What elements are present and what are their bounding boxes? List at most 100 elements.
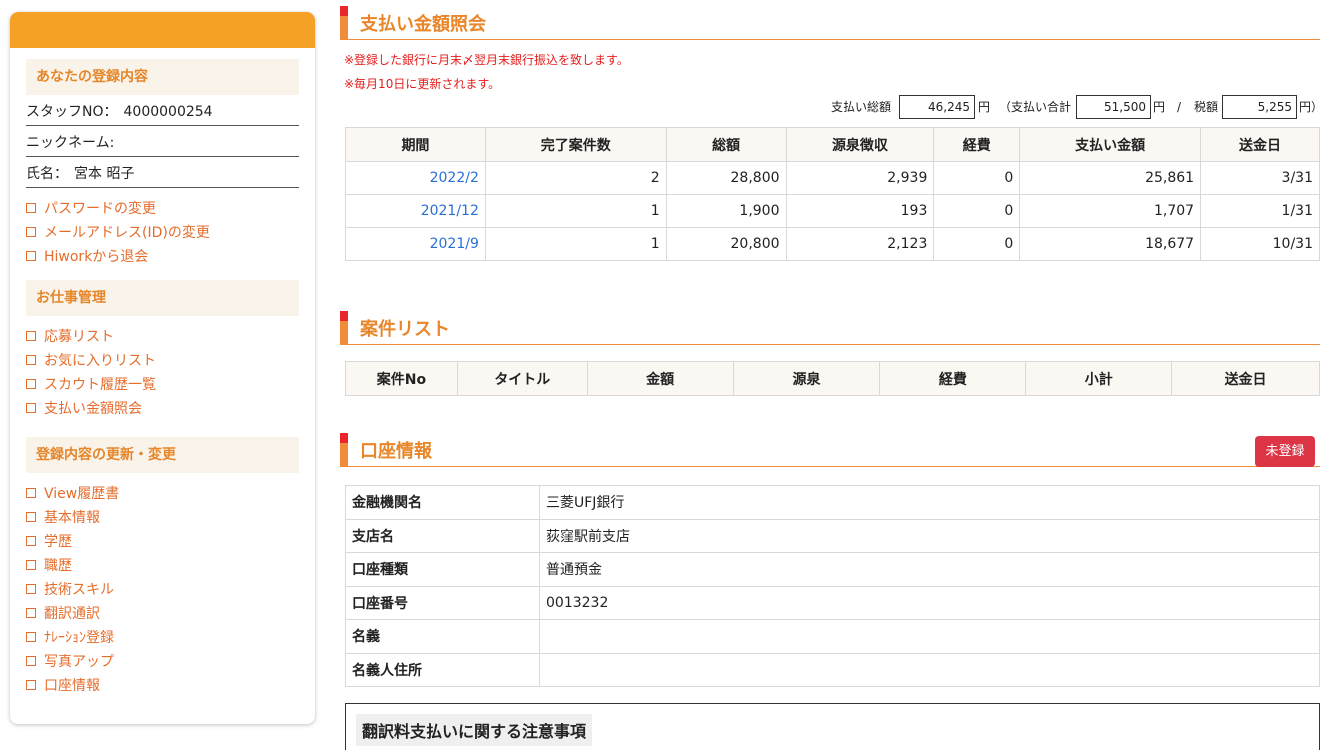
- table-cell: 0: [933, 227, 1021, 261]
- cases-title: 案件リスト: [360, 319, 450, 340]
- sidebar-link-label: 支払い金額照会: [44, 401, 142, 417]
- nickname-row: ニックネーム:: [26, 126, 299, 157]
- payment-table: 期間 完了案件数 総額 源泉徴収 経費 支払い金額 送金日 2022/2 2 2…: [345, 127, 1320, 261]
- work-title: お仕事管理: [26, 280, 299, 316]
- account-field-value: 0013232: [539, 585, 1320, 620]
- table-row: 名義: [345, 619, 1320, 654]
- table-cell: 0: [933, 161, 1021, 195]
- checkbox-square-icon: [26, 331, 36, 341]
- table-cell: 1/31: [1200, 194, 1320, 228]
- period-link[interactable]: 2022/2: [345, 161, 486, 195]
- sidebar-link-career[interactable]: 職歴: [26, 554, 299, 578]
- account-links: パスワードの変更 メールアドレス(ID)の変更 Hiworkから退会: [26, 197, 299, 269]
- checkbox-square-icon: [26, 227, 36, 237]
- sidebar-link-label: 口座情報: [44, 678, 100, 694]
- sidebar-link-skills[interactable]: 技術スキル: [26, 578, 299, 602]
- account-field-label: 口座番号: [345, 585, 540, 620]
- sidebar-link-label: お気に入りリスト: [44, 353, 156, 369]
- sidebar-link-education[interactable]: 学歴: [26, 530, 299, 554]
- checkbox-square-icon: [26, 379, 36, 389]
- table-row: 支店名 荻窪駅前支店: [345, 518, 1320, 553]
- payment-section-header: 支払い金額照会: [340, 6, 1320, 40]
- sidebar-link-email[interactable]: メールアドレス(ID)の変更: [26, 221, 299, 245]
- sidebar-link-view-resume[interactable]: View履歴書: [26, 482, 299, 506]
- name-row: 氏名： 宮本 昭子: [26, 157, 299, 188]
- period-link[interactable]: 2021/9: [345, 227, 486, 261]
- sidebar-link-basic-info[interactable]: 基本情報: [26, 506, 299, 530]
- unregistered-badge[interactable]: 未登録: [1255, 436, 1315, 467]
- update-title: 登録内容の更新・変更: [26, 437, 299, 473]
- payment-notes-box: 翻訳料支払いに関する注意事項: [345, 703, 1320, 750]
- table-row: 名義人住所: [345, 652, 1320, 687]
- column-header: 経費: [933, 127, 1021, 162]
- sidebar-link-photo[interactable]: 写真アップ: [26, 650, 299, 674]
- work-links: 応募リスト お気に入りリスト スカウト履歴一覧 支払い金額照会: [26, 325, 299, 421]
- account-field-label: 口座種類: [345, 552, 540, 587]
- table-row: 口座種類 普通預金: [345, 552, 1320, 587]
- sidebar-link-password[interactable]: パスワードの変更: [26, 197, 299, 221]
- tax-suffix: 円）: [1299, 100, 1324, 114]
- column-header: 送金日: [1200, 127, 1320, 162]
- payment-title: 支払い金額照会: [360, 14, 486, 35]
- section-marker: [340, 433, 348, 467]
- account-field-value: [539, 652, 1320, 687]
- checkbox-square-icon: [26, 560, 36, 570]
- section-marker: [340, 6, 348, 40]
- sidebar-link-applications[interactable]: 応募リスト: [26, 325, 299, 349]
- staff-no-value: 4000000254: [123, 104, 213, 120]
- account-table: 金融機関名 三菱UFJ銀行 支店名 荻窪駅前支店 口座種類 普通預金 口座番号 …: [345, 485, 1320, 687]
- sidebar-link-withdraw[interactable]: Hiworkから退会: [26, 245, 299, 269]
- staff-no-row: スタッフNO： 4000000254: [26, 95, 299, 126]
- sidebar-link-label: 写真アップ: [44, 654, 114, 670]
- subtotal-yen: 円: [1153, 100, 1166, 114]
- table-row: 金融機関名 三菱UFJ銀行: [345, 485, 1320, 520]
- table-cell: 25,861: [1019, 161, 1202, 195]
- sidebar-link-label: Hiworkから退会: [44, 249, 149, 265]
- column-header: 案件No: [345, 361, 458, 396]
- sidebar-header-bar: [10, 12, 315, 48]
- name-value: 宮本 昭子: [74, 166, 135, 182]
- sidebar-link-bank-account[interactable]: 口座情報: [26, 674, 299, 698]
- tax-value: 5,255: [1222, 95, 1297, 119]
- checkbox-square-icon: [26, 656, 36, 666]
- sidebar-link-label: パスワードの変更: [44, 201, 156, 217]
- account-field-label: 名義: [345, 619, 540, 654]
- column-header: 期間: [345, 127, 486, 162]
- sidebar-link-label: 学歴: [44, 534, 72, 550]
- sidebar-link-label: スカウト履歴一覧: [44, 377, 156, 393]
- table-cell: 18,677: [1019, 227, 1202, 261]
- payment-notice-1: ※登録した銀行に月末〆翌月末銀行振込を致します。: [344, 53, 629, 67]
- sidebar-link-payments[interactable]: 支払い金額照会: [26, 397, 299, 421]
- checkbox-square-icon: [26, 608, 36, 618]
- update-section: 登録内容の更新・変更 View履歴書 基本情報 学歴 職歴 技術スキル 翻訳通訳…: [26, 437, 299, 698]
- column-header: 小計: [1025, 361, 1173, 396]
- column-header: 送金日: [1171, 361, 1320, 396]
- table-row: 口座番号 0013232: [345, 585, 1320, 620]
- sidebar-link-translation[interactable]: 翻訳通訳: [26, 602, 299, 626]
- checkbox-square-icon: [26, 355, 36, 365]
- payment-notice-2: ※毎月10日に更新されます。: [344, 77, 501, 91]
- payment-summary: 支払い総額 46,245 円 （支払い合計 51,500 円 / 税額 5,25…: [340, 95, 1324, 119]
- account-field-label: 支店名: [345, 518, 540, 553]
- cases-section-header: 案件リスト: [340, 311, 1320, 345]
- checkbox-square-icon: [26, 584, 36, 594]
- table-cell: 20,800: [665, 227, 787, 261]
- table-cell: 1: [484, 194, 667, 228]
- summary-slash: /: [1177, 100, 1182, 114]
- section-marker: [340, 311, 348, 345]
- cases-table: 案件No タイトル 金額 源泉 経費 小計 送金日: [345, 361, 1320, 396]
- checkbox-square-icon: [26, 512, 36, 522]
- period-link[interactable]: 2021/12: [345, 194, 486, 228]
- sidebar-link-scouts[interactable]: スカウト履歴一覧: [26, 373, 299, 397]
- tax-label: 税額: [1194, 100, 1219, 114]
- column-header: 金額: [586, 361, 734, 396]
- sidebar-link-narration[interactable]: ﾅﾚｰｼｮﾝ登録: [26, 626, 299, 650]
- sidebar-link-favorites[interactable]: お気に入りリスト: [26, 349, 299, 373]
- sidebar-link-label: 技術スキル: [44, 582, 114, 598]
- nickname-label: ニックネーム:: [26, 135, 115, 151]
- account-section-header: 口座情報: [340, 433, 1320, 467]
- sidebar: あなたの登録内容 スタッフNO： 4000000254 ニックネーム: 氏名： 宮本…: [10, 12, 315, 724]
- table-cell: 1: [484, 227, 667, 261]
- account-field-value: 普通預金: [539, 552, 1320, 587]
- table-cell: 0: [933, 194, 1021, 228]
